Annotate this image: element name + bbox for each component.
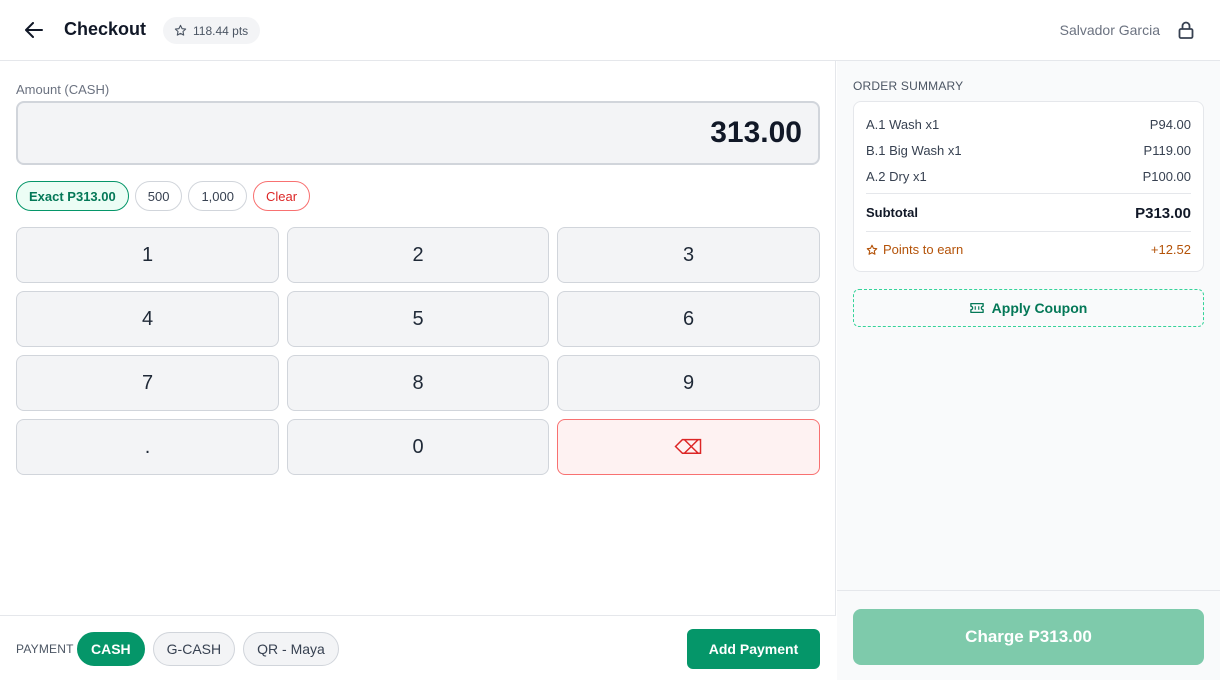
method-gcash[interactable]: G-CASH [152,632,236,666]
points-badge: 118.44 pts [163,17,261,44]
back-arrow-icon[interactable] [22,18,46,42]
key-9[interactable]: 9 [557,355,820,411]
quick-amounts: Exact P313.00 500 1,000 Clear [16,181,311,211]
points-balance: 118.44 pts [193,23,249,38]
subtotal-label: Subtotal [866,205,918,220]
star-icon [866,244,878,255]
method-cash[interactable]: CASH [77,632,145,666]
key-3[interactable]: 3 [557,227,820,283]
numeric-keypad: 1 2 3 4 5 6 7 8 9 . 0 ⌫ [16,227,820,475]
points-value: +12.52 [1150,242,1191,257]
apply-coupon-button[interactable]: Apply Coupon [853,289,1204,327]
payment-label: PAYMENT [16,642,74,656]
key-8[interactable]: 8 [287,355,549,411]
item-price: P119.00 [1143,143,1191,158]
amount-display[interactable]: 313.00 [16,101,820,165]
summary-title: ORDER SUMMARY [853,79,964,93]
payment-method-bar: PAYMENT CASH G-CASH QR - Maya Add Paymen… [0,615,836,680]
charge-footer: Charge P313.00 [837,590,1220,680]
method-qr-maya[interactable]: QR - Maya [243,632,339,666]
key-6[interactable]: 6 [557,291,820,347]
summary-card: A.1 Wash x1 P94.00 B.1 Big Wash x1 P119.… [853,101,1204,272]
key-decimal[interactable]: . [16,419,279,475]
user-name: Salvador Garcia [1059,22,1160,38]
backspace-key[interactable]: ⌫ [557,419,820,475]
exact-amount-button[interactable]: Exact P313.00 [16,181,129,211]
page-title: Checkout [64,19,147,39]
key-5[interactable]: 5 [287,291,549,347]
payment-methods: CASH G-CASH QR - Maya [77,632,339,666]
points-label-group: Points to earn [866,242,963,257]
quick-1000-button[interactable]: 1,000 [188,181,247,211]
subtotal-row: Subtotal P313.00 [866,205,1191,222]
key-7[interactable]: 7 [16,355,279,411]
add-payment-button[interactable]: Add Payment [687,629,820,669]
item-price: P100.00 [1142,169,1191,184]
top-bar: Checkout 118.44 pts Salvador Garcia [0,0,1220,61]
key-2[interactable]: 2 [287,227,549,283]
item-name: B.1 Big Wash x1 [866,143,962,158]
item-name: A.2 Dry x1 [866,169,927,184]
ticket-icon [969,302,984,314]
order-summary-panel: ORDER SUMMARY A.1 Wash x1 P94.00 B.1 Big… [837,61,1220,680]
key-1[interactable]: 1 [16,227,279,283]
divider [866,193,1191,194]
line-item: A.2 Dry x1 P100.00 [866,169,1191,184]
key-4[interactable]: 4 [16,291,279,347]
points-label: Points to earn [883,242,964,257]
charge-button[interactable]: Charge P313.00 [853,609,1204,665]
subtotal-value: P313.00 [1135,205,1191,222]
key-0[interactable]: 0 [287,419,549,475]
quick-500-button[interactable]: 500 [134,181,183,211]
lock-icon[interactable] [1176,19,1196,41]
item-name: A.1 Wash x1 [866,117,940,132]
coupon-label: Apply Coupon [991,300,1088,316]
backspace-icon: ⌫ [674,436,703,459]
item-price: P94.00 [1149,117,1191,132]
amount-label: Amount (CASH) [16,82,110,97]
points-row: Points to earn +12.52 [866,242,1191,257]
star-icon [174,24,187,36]
line-item: A.1 Wash x1 P94.00 [866,117,1191,132]
payment-entry-panel: Amount (CASH) 313.00 Exact P313.00 500 1… [0,61,836,680]
line-item: B.1 Big Wash x1 P119.00 [866,143,1191,158]
divider [866,231,1191,232]
clear-button[interactable]: Clear [252,181,311,211]
